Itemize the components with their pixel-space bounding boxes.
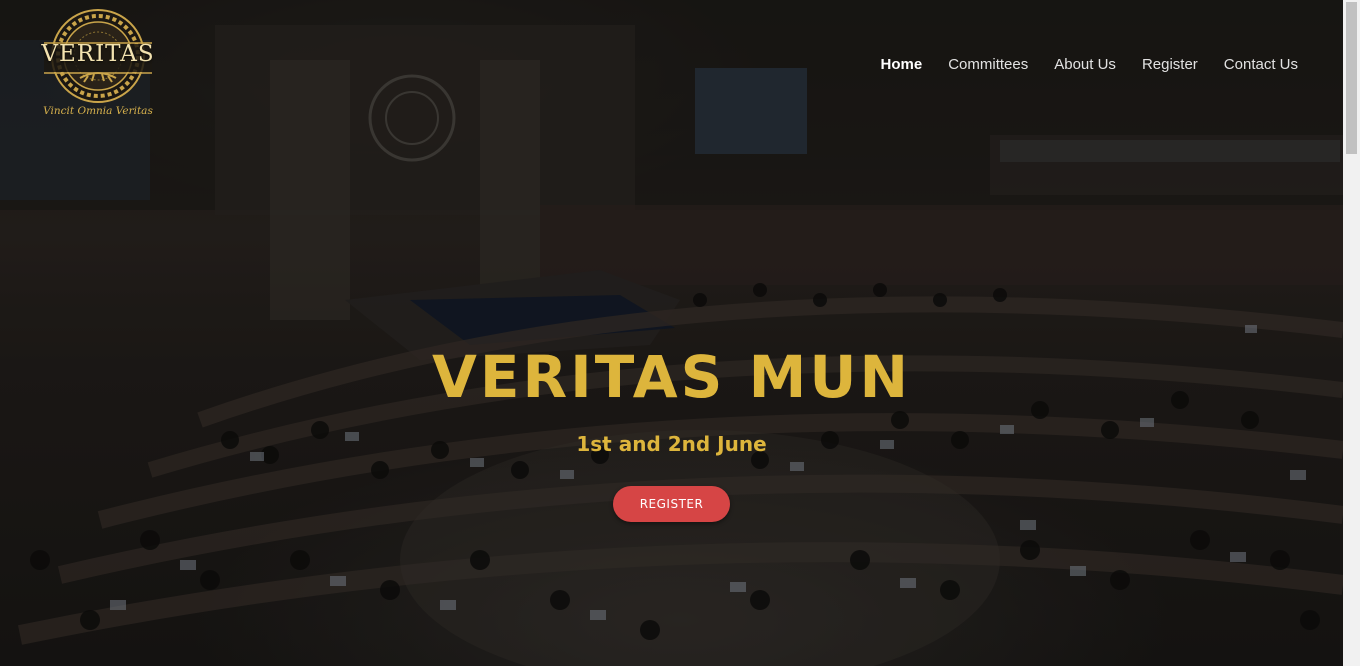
nav-committees[interactable]: Committees bbox=[935, 55, 1041, 75]
register-button[interactable]: REGISTER bbox=[613, 486, 730, 522]
main-nav: Home Committees About Us Register Contac… bbox=[868, 55, 1298, 75]
page-scrollbar[interactable] bbox=[1343, 0, 1360, 666]
site-logo[interactable]: VERITAS Vincit Omnia Veritas bbox=[38, 8, 160, 120]
page-viewport: VERITAS Vincit Omnia Veritas Home Commit… bbox=[0, 0, 1343, 666]
nav-about-us[interactable]: About Us bbox=[1041, 55, 1129, 75]
nav-register[interactable]: Register bbox=[1129, 55, 1211, 75]
hero-date: 1st and 2nd June bbox=[576, 432, 767, 456]
hero-title: VERITAS MUN bbox=[431, 343, 912, 411]
logo-wordmark: VERITAS bbox=[41, 41, 155, 67]
logo-motto: Vincit Omnia Veritas bbox=[43, 105, 153, 117]
hero-dark-overlay bbox=[0, 0, 1343, 666]
nav-home[interactable]: Home bbox=[868, 55, 936, 75]
nav-contact-us[interactable]: Contact Us bbox=[1211, 55, 1298, 75]
scrollbar-thumb[interactable] bbox=[1346, 2, 1357, 154]
